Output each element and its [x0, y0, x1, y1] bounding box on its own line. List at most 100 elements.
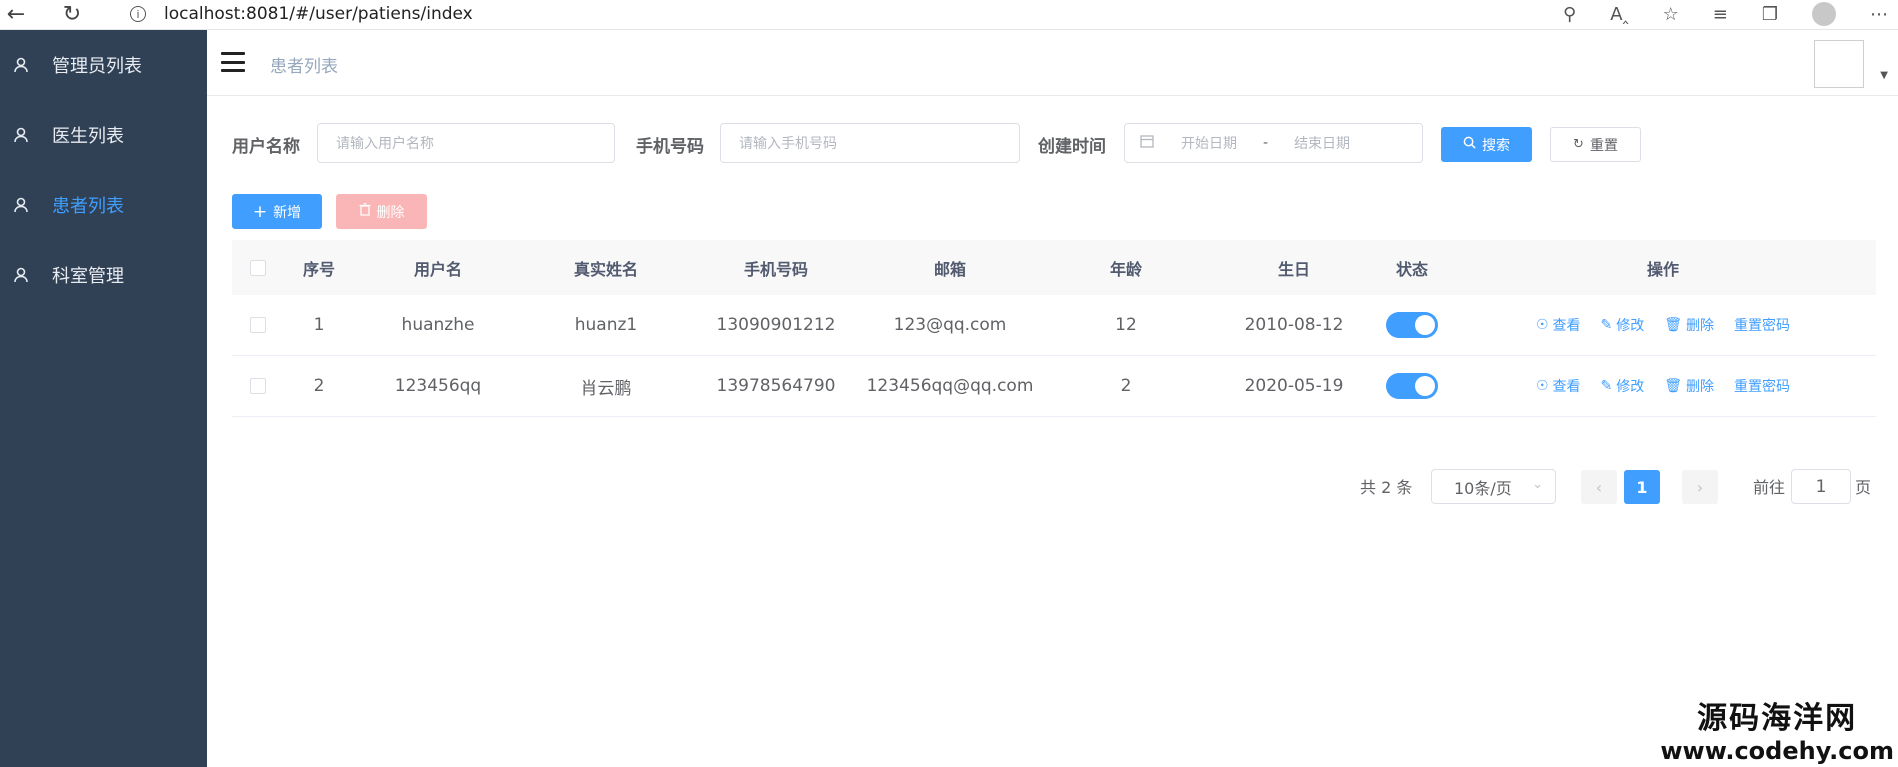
date-range-picker[interactable]: 开始日期 - 结束日期	[1124, 123, 1423, 163]
user-icon	[12, 126, 30, 144]
sidebar-item-label: 患者列表	[52, 196, 124, 217]
url-text: localhost:8081/#/user/patiens/index	[164, 4, 473, 24]
goto-page-input[interactable]: 1	[1791, 469, 1851, 504]
prev-page-button[interactable]: ‹	[1581, 470, 1617, 504]
edit-icon: ✎	[1600, 378, 1613, 394]
search-button[interactable]: 搜索	[1441, 127, 1532, 162]
user-avatar[interactable]	[1814, 40, 1864, 88]
browser-toolbar: ← ↻ i localhost:8081/#/user/patiens/inde…	[0, 0, 1898, 30]
reset-password-label: 重置密码	[1734, 318, 1791, 334]
page-number-button[interactable]: 1	[1624, 470, 1660, 504]
cell-phone: 13978564790	[716, 376, 836, 396]
favorites-icon[interactable]: ≡	[1713, 4, 1728, 25]
status-switch[interactable]	[1386, 312, 1438, 338]
add-button-label: 新增	[273, 204, 302, 221]
sidebar-item-patient-list[interactable]: 患者列表	[0, 170, 207, 240]
created-time-label: 创建时间	[1038, 137, 1106, 157]
delete-button[interactable]: 删除	[336, 194, 427, 229]
goto-label: 前往	[1753, 478, 1786, 497]
column-header: 真实姓名	[573, 259, 638, 279]
cell-username: 123456qq	[394, 376, 482, 396]
phone-input[interactable]: 请输入手机号码	[720, 123, 1020, 163]
cell-username: huanzhe	[401, 315, 475, 335]
search-button-label: 搜索	[1482, 137, 1510, 154]
cell-realname: huanz1	[574, 315, 638, 335]
info-icon[interactable]: i	[130, 6, 146, 22]
start-date-placeholder[interactable]: 开始日期	[1181, 133, 1237, 153]
cell-birthday: 2010-08-12	[1244, 315, 1344, 335]
refresh-icon: ↻	[1573, 137, 1584, 152]
caret-down-icon[interactable]: ▼	[1880, 70, 1888, 81]
view-label: 查看	[1552, 318, 1581, 334]
reset-button-label: 重置	[1589, 137, 1618, 154]
table-row: 2 123456qq 肖云鹏 13978564790 123456qq@qq.c…	[232, 356, 1876, 417]
sidebar-item-doctor-list[interactable]: 医生列表	[0, 100, 207, 170]
select-all-checkbox[interactable]	[250, 259, 266, 276]
column-header: 生日	[1277, 259, 1310, 279]
edit-button[interactable]: ✎ 修改	[1601, 376, 1645, 396]
sidebar-item-label: 医生列表	[52, 126, 124, 147]
watermark: 源码海洋网 www.codehy.com	[1660, 693, 1894, 765]
page-size-value: 10条/页	[1454, 478, 1512, 498]
sidebar-item-label: 管理员列表	[52, 56, 142, 77]
key-icon[interactable]: ⚲	[1563, 4, 1576, 25]
row-checkbox[interactable]	[250, 317, 266, 333]
username-input[interactable]: 请输入用户名称	[317, 123, 615, 163]
page-size-select[interactable]: 10条/页 ⌄	[1431, 469, 1556, 504]
read-aloud-icon[interactable]: A‸	[1610, 4, 1628, 25]
row-checkbox[interactable]	[250, 378, 266, 394]
cell-no: 2	[313, 376, 325, 396]
table-header: 序号 用户名 真实姓名 手机号码 邮箱 年龄 生日 状态 操作	[232, 240, 1876, 295]
delete-row-button[interactable]: 🗑 删除	[1664, 376, 1714, 396]
reset-password-button[interactable]: 重置密码	[1734, 376, 1790, 396]
edit-button[interactable]: ✎ 修改	[1601, 315, 1645, 335]
watermark-line1: 源码海洋网	[1697, 701, 1858, 736]
reset-password-label: 重置密码	[1734, 379, 1791, 395]
patient-table: 序号 用户名 真实姓名 手机号码 邮箱 年龄 生日 状态 操作 1 huanzh…	[232, 240, 1876, 417]
collections-icon[interactable]: ❐	[1762, 4, 1778, 25]
trash-icon	[359, 203, 371, 220]
trash-icon: 🗑	[1664, 378, 1683, 394]
navbar: 患者列表 ▼	[207, 30, 1898, 96]
address-bar[interactable]: i localhost:8081/#/user/patiens/index	[108, 0, 1498, 28]
sidebar-item-admin-list[interactable]: 管理员列表	[0, 30, 207, 100]
view-button[interactable]: ☉ 查看	[1536, 376, 1581, 396]
edit-label: 修改	[1616, 318, 1645, 334]
edit-label: 修改	[1616, 379, 1645, 395]
cell-age: 12	[1115, 315, 1137, 335]
username-label: 用户名称	[232, 137, 300, 157]
eye-icon: ☉	[1535, 317, 1549, 333]
user-icon	[12, 196, 30, 214]
column-header: 手机号码	[743, 259, 808, 279]
goto-page-value: 1	[1815, 476, 1827, 497]
view-label: 查看	[1552, 379, 1581, 395]
cell-birthday: 2020-05-19	[1244, 376, 1344, 396]
view-button[interactable]: ☉ 查看	[1536, 315, 1581, 335]
sidebar: 管理员列表 医生列表 患者列表 科室管理	[0, 30, 207, 767]
favorite-add-icon[interactable]: ☆	[1663, 4, 1679, 25]
reset-password-button[interactable]: 重置密码	[1734, 315, 1790, 335]
cell-email: 123@qq.com	[893, 315, 1007, 335]
chevron-right-icon: ›	[1696, 477, 1704, 497]
phone-label: 手机号码	[636, 137, 704, 157]
status-switch[interactable]	[1386, 373, 1438, 399]
hamburger-menu-icon[interactable]	[221, 52, 245, 72]
next-page-button[interactable]: ›	[1682, 470, 1718, 504]
add-button[interactable]: + 新增	[232, 194, 322, 229]
cell-age: 2	[1120, 376, 1132, 396]
refresh-icon[interactable]: ↻	[58, 0, 86, 28]
username-placeholder: 请输入用户名称	[336, 136, 434, 152]
breadcrumb: 患者列表	[270, 57, 338, 77]
range-separator: -	[1263, 135, 1269, 151]
end-date-placeholder[interactable]: 结束日期	[1294, 133, 1350, 153]
reset-button[interactable]: ↻ 重置	[1550, 127, 1641, 162]
profile-avatar-icon[interactable]	[1812, 2, 1836, 26]
sidebar-item-label: 科室管理	[52, 266, 124, 287]
eye-icon: ☉	[1535, 378, 1549, 394]
column-header: 序号	[302, 259, 335, 279]
back-arrow-icon[interactable]: ←	[2, 0, 30, 28]
delete-row-button[interactable]: 🗑 删除	[1664, 315, 1714, 335]
more-icon[interactable]: ⋯	[1870, 4, 1888, 25]
sidebar-item-department[interactable]: 科室管理	[0, 240, 207, 310]
cell-email: 123456qq@qq.com	[866, 376, 1034, 396]
